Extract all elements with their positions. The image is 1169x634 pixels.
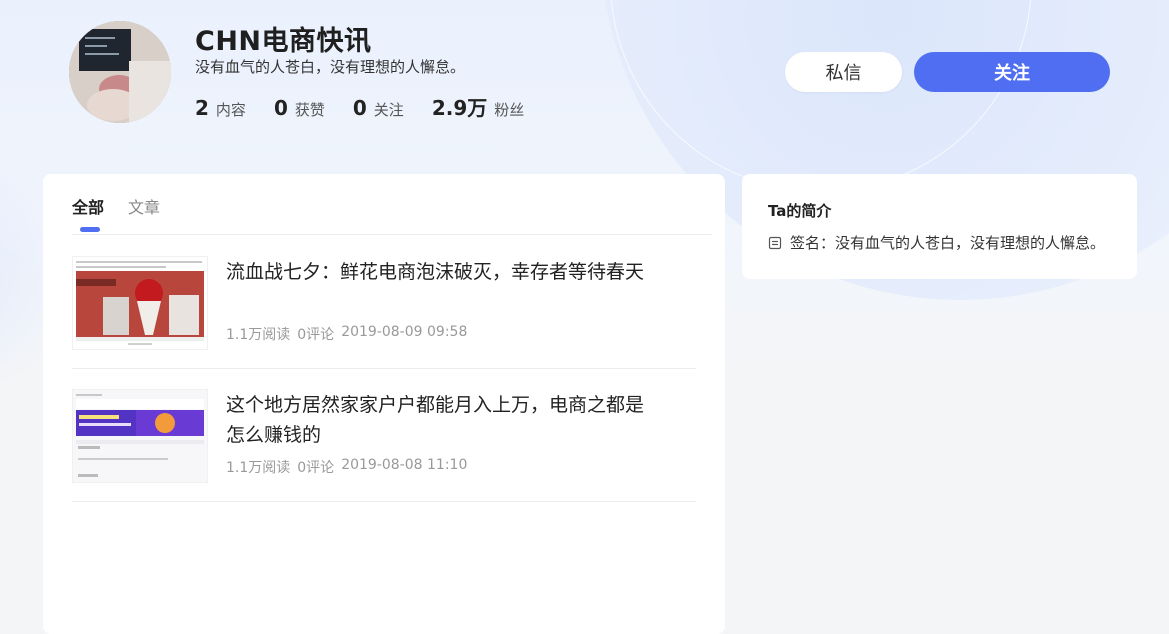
article-thumbnail[interactable]	[72, 389, 208, 483]
article-title[interactable]: 流血战七夕：鲜花电商泡沫破灭，幸存者等待春天	[226, 257, 656, 287]
list-item[interactable]: 这个地方居然家家户户都能月入上万，电商之都是怎么赚钱的 1.1万阅读 0评论 2…	[72, 369, 696, 502]
stat-likes[interactable]: 0 获赞	[274, 96, 325, 120]
article-reads: 1.1万阅读	[226, 460, 291, 476]
article-comments: 0评论	[297, 460, 335, 476]
list-item[interactable]: 流血战七夕：鲜花电商泡沫破灭，幸存者等待春天 1.1万阅读 0评论 2019-0…	[72, 236, 696, 369]
stat-number: 0	[273, 96, 288, 120]
document-icon	[768, 236, 782, 249]
article-date: 2019-08-09 09:58	[341, 324, 468, 340]
profile-stats: 2 内容 0 获赞 0 关注 2.9万 粉丝	[195, 92, 552, 121]
article-reads: 1.1万阅读	[226, 327, 291, 343]
stat-number: 2.9万	[431, 96, 488, 120]
intro-signature: 签名：没有血气的人苍白，没有理想的人懈怠。	[768, 232, 1113, 253]
article-date: 2019-08-08 11:10	[341, 457, 468, 473]
article-meta: 1.1万阅读 0评论 2019-08-08 11:10	[226, 457, 474, 477]
stat-label: 粉丝	[494, 101, 525, 119]
content-card: 全部 文章 流血战七夕：鲜花电商泡沫破灭，幸存者等待春天 1.1万阅读 0评论	[43, 174, 725, 634]
article-thumbnail[interactable]	[72, 256, 208, 350]
stat-label: 内容	[215, 101, 246, 119]
article-title[interactable]: 这个地方居然家家户户都能月入上万，电商之都是怎么赚钱的	[226, 390, 656, 450]
stat-followers[interactable]: 2.9万 粉丝	[432, 92, 524, 121]
tab-articles[interactable]: 文章	[128, 194, 160, 230]
stat-number: 2	[195, 96, 209, 120]
signature-text: 签名：没有血气的人苍白，没有理想的人懈怠。	[790, 234, 1106, 252]
avatar-image	[69, 21, 171, 123]
avatar[interactable]	[69, 21, 171, 123]
stat-label: 获赞	[294, 101, 325, 119]
stat-following[interactable]: 0 关注	[353, 96, 404, 120]
stat-label: 关注	[373, 101, 404, 119]
article-comments: 0评论	[297, 327, 335, 343]
intro-card: Ta的简介 签名：没有血气的人苍白，没有理想的人懈怠。	[742, 174, 1137, 279]
message-button[interactable]: 私信	[785, 52, 902, 92]
thumbnail-image	[73, 257, 207, 349]
stat-number: 0	[352, 96, 367, 120]
tabs-divider	[72, 234, 712, 235]
thumbnail-image	[73, 390, 207, 482]
stat-content[interactable]: 2 内容	[195, 96, 246, 120]
profile-bio: 没有血气的人苍白，没有理想的人懈怠。	[195, 58, 466, 76]
page-title: CHN电商快讯	[195, 26, 372, 57]
article-meta: 1.1万阅读 0评论 2019-08-09 09:58	[226, 324, 474, 344]
follow-button[interactable]: 关注	[914, 52, 1110, 92]
tab-all[interactable]: 全部	[72, 194, 104, 232]
intro-title: Ta的简介	[768, 202, 832, 220]
content-tabs: 全部 文章	[72, 194, 184, 232]
